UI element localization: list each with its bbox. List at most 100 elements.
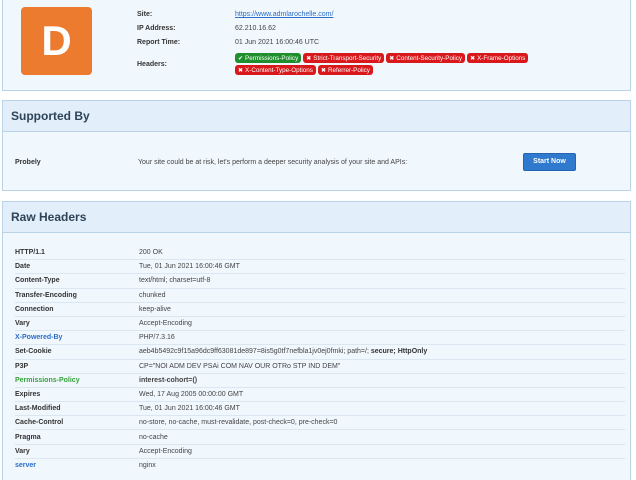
raw-header-value: CP="NOI ADM DEV PSAi COM NAV OUR OTRo ST… — [139, 363, 340, 370]
raw-header-value: Accept-Encoding — [139, 320, 192, 327]
raw-header-key: HTTP/1.1 — [15, 249, 45, 257]
raw-header-key: P3P — [15, 362, 29, 370]
raw-header-row: P3P CP="NOI ADM DEV PSAi COM NAV OUR OTRo… — [15, 360, 625, 374]
site-value: https://www.admlarochelle.com/ — [235, 11, 333, 18]
raw-header-value-text: aeb4b5492c9f15a96dc9ff63081de897=8is5g0t… — [139, 348, 369, 356]
raw-header-value-text: Accept-Encoding — [139, 320, 192, 328]
raw-header-value-text: no-cache — [139, 433, 168, 441]
raw-headers-table: HTTP/1.1 200 OK Date Tue, 01 Jun 2021 16:00… — [15, 246, 625, 473]
header-badge-label: Content-Security-Policy — [396, 54, 463, 62]
supported-title: Supported By — [3, 101, 630, 132]
raw-header-key: X-Powered-By — [15, 334, 63, 342]
header-badge: ✖ X-Frame-Options — [467, 53, 529, 63]
x-icon: ✖ — [470, 54, 476, 62]
raw-header-value: no-cache — [139, 434, 168, 441]
raw-headers-title: Raw Headers — [3, 202, 630, 233]
raw-header-value-text: interest-cohort=() — [139, 376, 198, 384]
raw-header-value-text: Wed, 17 Aug 2005 00:00:00 GMT — [139, 390, 244, 398]
ip-row: IP Address: 62.210.16.62 — [137, 22, 276, 35]
site-link[interactable]: https://www.admlarochelle.com/ — [235, 11, 333, 18]
raw-header-row: Permissions-Policy interest-cohort=() — [15, 374, 625, 388]
raw-header-value-text: nginx — [139, 462, 156, 470]
check-icon: ✔ — [238, 54, 244, 62]
raw-header-value: text/html; charset=utf-8 — [139, 277, 210, 284]
raw-header-value: Accept-Encoding — [139, 448, 192, 455]
raw-header-value: aeb4b5492c9f15a96dc9ff63081de897=8is5g0t… — [139, 348, 427, 355]
raw-header-row: X-Powered-By PHP/7.3.16 — [15, 331, 625, 346]
time-value: 01 Jun 2021 16:00:46 UTC — [235, 39, 320, 46]
raw-header-value-text: chunked — [139, 291, 166, 299]
raw-header-value-text: CP="NOI ADM DEV PSAi COM NAV OUR OTRo ST… — [139, 362, 341, 370]
raw-header-value-text: no-store, no-cache, must-revalidate, pos… — [139, 419, 338, 427]
raw-header-value: chunked — [139, 292, 165, 299]
raw-header-key: Transfer-Encoding — [15, 291, 77, 299]
header-badge-label: Strict-Transport-Security — [313, 54, 382, 62]
site-row: Site: https://www.admlarochelle.com/ — [137, 8, 333, 21]
raw-header-row: Set-Cookie aeb4b5492c9f15a96dc9ff63081de8… — [15, 345, 625, 360]
sponsor-text: Your site could be at risk, let's perfor… — [138, 159, 408, 166]
raw-header-value: keep-alive — [139, 306, 171, 313]
ip-value: 62.210.16.62 — [235, 25, 276, 32]
x-icon: ✖ — [389, 54, 395, 62]
raw-header-row: Pragma no-cache — [15, 430, 625, 445]
raw-header-value-text: Tue, 01 Jun 2021 16:00:46 GMT — [139, 405, 240, 413]
x-icon: ✖ — [306, 54, 312, 62]
time-label: Report Time: — [137, 39, 181, 46]
raw-header-key: Expires — [15, 390, 41, 398]
summary-panel: D Site: https://www.admlarochelle.com/ I… — [2, 0, 631, 91]
headers-label: Headers: — [137, 60, 167, 68]
raw-header-value: nginx — [139, 462, 156, 469]
ip-label: IP Address: — [137, 25, 176, 32]
raw-header-value: 200 OK — [139, 249, 163, 256]
raw-header-value: no-store, no-cache, must-revalidate, pos… — [139, 419, 337, 426]
raw-header-key: server — [15, 462, 37, 470]
x-icon: ✖ — [238, 66, 244, 74]
header-badge-label: Permissions-Policy — [245, 54, 299, 62]
raw-header-row: Vary Accept-Encoding — [15, 445, 625, 459]
raw-header-value-text: Accept-Encoding — [139, 447, 192, 455]
raw-header-value: interest-cohort=() — [139, 377, 197, 384]
raw-header-row: Date Tue, 01 Jun 2021 16:00:46 GMT — [15, 260, 625, 275]
raw-header-key: Cache-Control — [15, 419, 64, 427]
raw-header-row: Cache-Control no-store, no-cache, must-re… — [15, 416, 625, 431]
header-badge-label: Referrer-Policy — [327, 66, 370, 74]
raw-header-value: Tue, 01 Jun 2021 16:00:46 GMT — [139, 405, 240, 412]
raw-header-row: Last-Modified Tue, 01 Jun 2021 16:00:46 G… — [15, 402, 625, 417]
time-row: Report Time: 01 Jun 2021 16:00:46 UTC — [137, 36, 319, 49]
raw-header-key: Vary — [15, 447, 30, 455]
header-badges: ✔ Permissions-Policy ✖ Strict-Transport-Sec… — [235, 53, 575, 75]
raw-header-value-text: keep-alive — [139, 305, 171, 313]
header-badge: ✔ Permissions-Policy — [235, 53, 302, 63]
raw-header-value: Tue, 01 Jun 2021 16:00:46 GMT — [139, 263, 240, 270]
x-icon: ✖ — [320, 66, 326, 74]
raw-header-row: Transfer-Encoding chunked — [15, 289, 625, 303]
header-badge-label: X-Content-Type-Options — [245, 66, 313, 74]
header-badge: ✖ X-Content-Type-Options — [235, 65, 316, 75]
raw-header-row: Expires Wed, 17 Aug 2005 00:00:00 GMT — [15, 388, 625, 403]
headers-row: Headers: ✔ Permissions-Policy ✖ Strict-Tran… — [137, 52, 575, 76]
start-now-button[interactable]: Start Now — [523, 153, 576, 171]
supported-panel: Supported By Probely Your site could be … — [2, 100, 631, 191]
raw-header-value-text: 200 OK — [139, 249, 163, 257]
header-badge-label: X-Frame-Options — [477, 54, 526, 62]
header-badge: ✖ Strict-Transport-Security — [303, 53, 385, 63]
raw-header-row: server nginx — [15, 459, 625, 473]
site-label: Site: — [137, 11, 153, 18]
raw-header-row: Content-Type text/html; charset=utf-8 — [15, 274, 625, 289]
header-badge: ✖ Content-Security-Policy — [386, 53, 466, 63]
raw-header-key: Pragma — [15, 433, 41, 441]
raw-header-key: Vary — [15, 320, 30, 328]
header-badge: ✖ Referrer-Policy — [317, 65, 373, 75]
raw-header-row: HTTP/1.1 200 OK — [15, 246, 625, 261]
raw-header-key: Last-Modified — [15, 405, 61, 413]
raw-header-value: Wed, 17 Aug 2005 00:00:00 GMT — [139, 391, 243, 398]
raw-header-row: Connection keep-alive — [15, 303, 625, 317]
raw-header-value: PHP/7.3.16 — [139, 334, 175, 341]
raw-header-value-flags: secure; HttpOnly — [368, 348, 428, 356]
grade-badge: D — [21, 7, 92, 75]
raw-header-value-text: Tue, 01 Jun 2021 16:00:46 GMT — [139, 263, 240, 271]
raw-header-key: Content-Type — [15, 277, 60, 285]
raw-header-key: Connection — [15, 305, 54, 313]
sponsor-name: Probely — [15, 159, 41, 166]
raw-headers-panel: Raw Headers HTTP/1.1 200 OK Date Tue, 01 Ju… — [2, 201, 631, 480]
